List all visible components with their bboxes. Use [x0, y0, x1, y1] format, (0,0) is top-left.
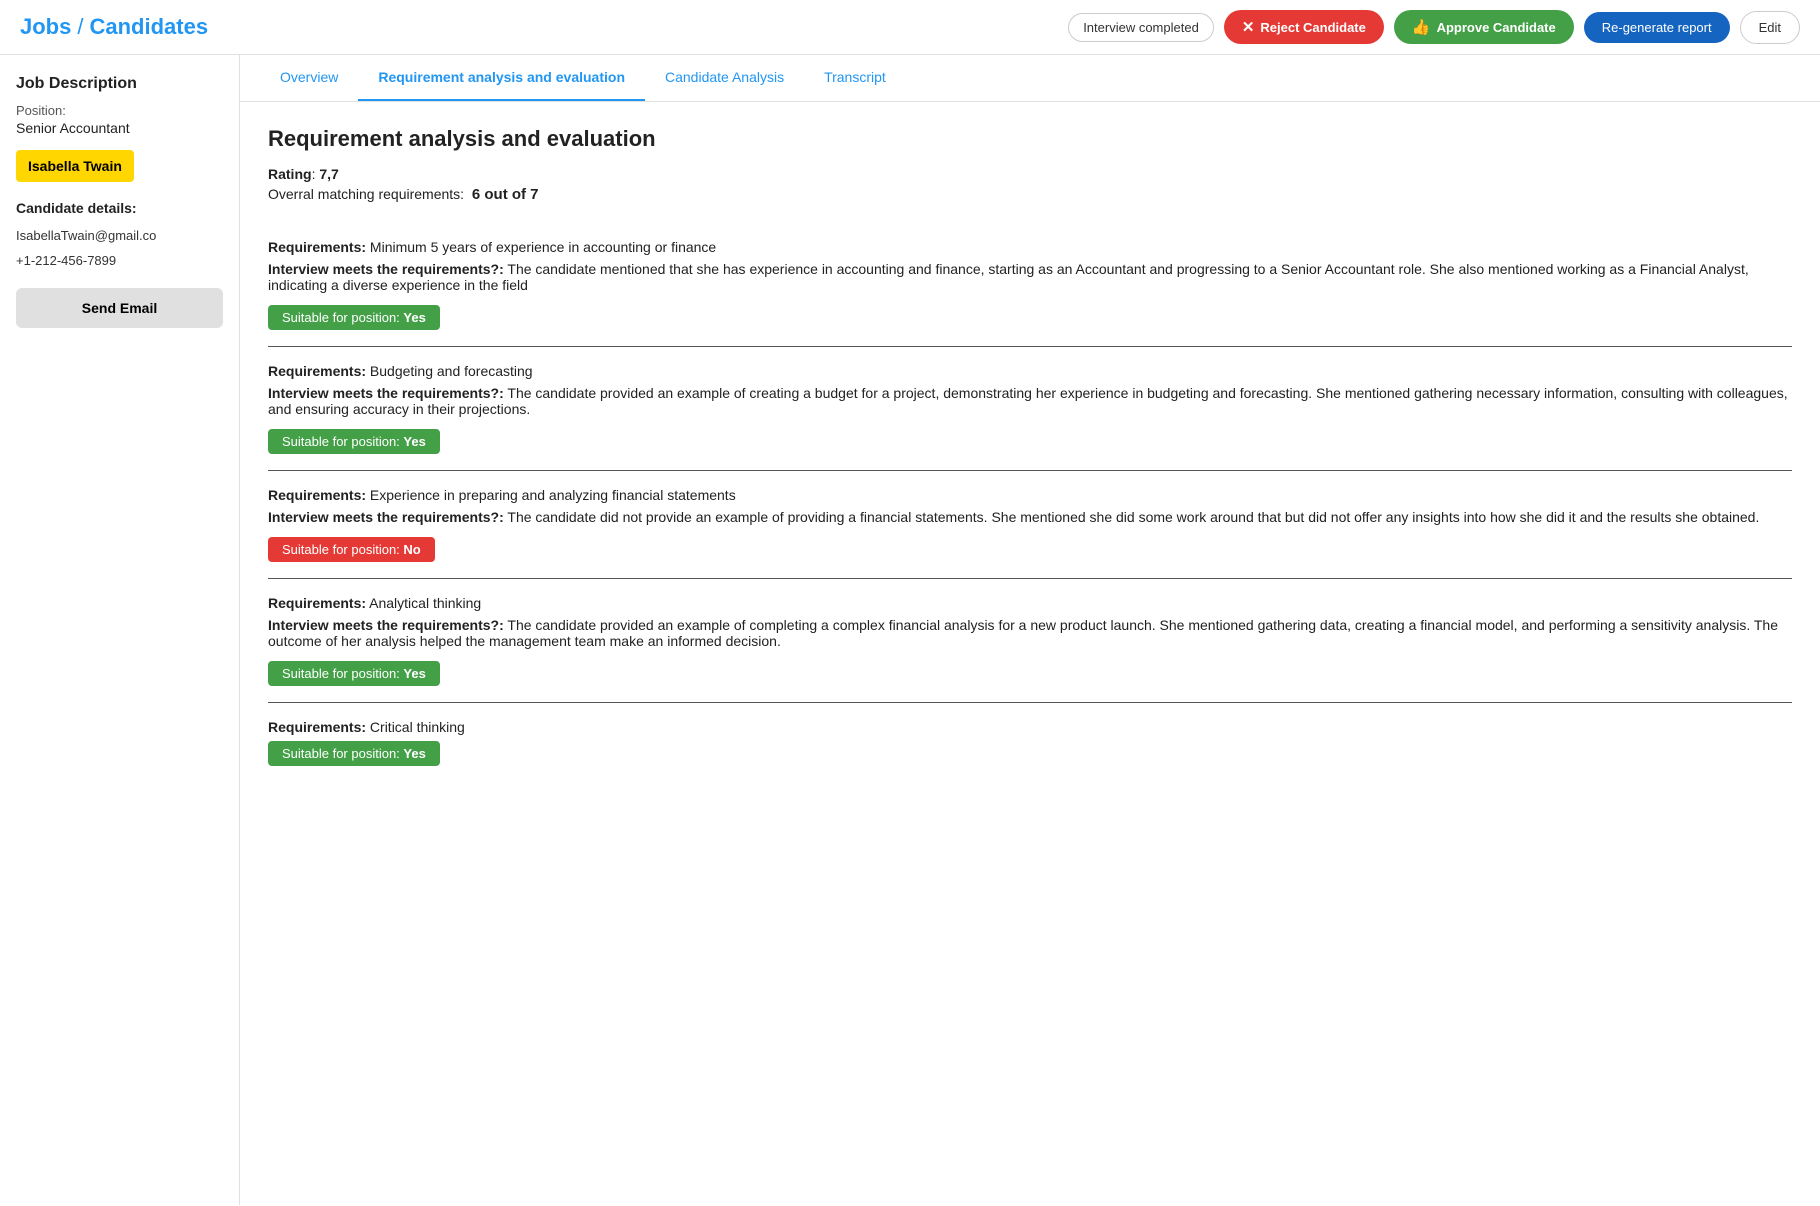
meets-label: Interview meets the requirements?: [268, 385, 504, 401]
matching-value: 6 out of 7 [472, 186, 539, 203]
breadcrumb-slash: / [77, 14, 83, 40]
header-actions: Interview completed ✕ Reject Candidate 👍… [1068, 10, 1800, 44]
rating-label: Rating [268, 166, 312, 182]
requirement-text: Requirements: Experience in preparing an… [268, 487, 1792, 503]
approve-candidate-button[interactable]: 👍 Approve Candidate [1394, 10, 1574, 44]
meets-label: Interview meets the requirements?: [268, 617, 504, 633]
requirement-text: Requirements: Critical thinking [268, 719, 1792, 735]
content-area: Requirement analysis and evaluation Rati… [240, 102, 1820, 806]
requirement-text: Requirements: Analytical thinking [268, 595, 1792, 611]
reject-candidate-button[interactable]: ✕ Reject Candidate [1224, 10, 1384, 44]
send-email-button[interactable]: Send Email [16, 288, 223, 328]
suitable-label: Suitable for position: [282, 434, 400, 449]
suitable-badge: Suitable for position: Yes [268, 429, 440, 454]
rating-line: Rating: 7,7 [268, 166, 1792, 182]
suitable-label: Suitable for position: [282, 746, 400, 761]
rating-value: 7,7 [319, 166, 338, 182]
main-content: Overview Requirement analysis and evalua… [240, 55, 1820, 1205]
approve-icon: 👍 [1412, 18, 1431, 36]
meets-requirements-text: Interview meets the requirements?: The c… [268, 509, 1792, 525]
suitable-label: Suitable for position: [282, 666, 400, 681]
suitable-value: Yes [403, 310, 425, 325]
reject-icon: ✕ [1242, 18, 1255, 36]
suitable-label: Suitable for position: [282, 310, 400, 325]
meets-label: Interview meets the requirements?: [268, 509, 504, 525]
position-label: Position: [16, 103, 223, 118]
candidates-link[interactable]: Candidates [89, 14, 208, 40]
suitable-value: No [403, 542, 420, 557]
jobs-link[interactable]: Jobs [20, 14, 71, 40]
suitable-value: Yes [403, 434, 425, 449]
suitable-value: Yes [403, 666, 425, 681]
requirements-list: Requirements: Minimum 5 years of experie… [268, 223, 1792, 782]
candidate-details-title: Candidate details: [16, 200, 223, 216]
matching-line: Overral matching requirements: 6 out of … [268, 186, 1792, 203]
edit-button[interactable]: Edit [1740, 11, 1800, 44]
candidate-email: IsabellaTwain@gmail.co [16, 228, 223, 243]
suitable-badge: Suitable for position: Yes [268, 741, 440, 766]
suitable-value: Yes [403, 746, 425, 761]
suitable-badge: Suitable for position: No [268, 537, 435, 562]
requirement-block: Requirements: Critical thinking Suitable … [268, 703, 1792, 782]
position-value: Senior Accountant [16, 120, 223, 136]
meets-label: Interview meets the requirements?: [268, 261, 504, 277]
req-label: Requirements: [268, 363, 366, 379]
breadcrumb: Jobs / Candidates [20, 14, 208, 40]
req-label: Requirements: [268, 487, 366, 503]
tab-candidate-analysis[interactable]: Candidate Analysis [645, 55, 804, 101]
candidate-name-badge: Isabella Twain [16, 150, 134, 182]
req-label: Requirements: [268, 719, 366, 735]
tab-bar: Overview Requirement analysis and evalua… [240, 55, 1820, 102]
tab-transcript[interactable]: Transcript [804, 55, 906, 101]
requirement-block: Requirements: Experience in preparing an… [268, 471, 1792, 579]
approve-label: Approve Candidate [1437, 20, 1556, 35]
meets-requirements-text: Interview meets the requirements?: The c… [268, 617, 1792, 649]
meets-requirements-text: Interview meets the requirements?: The c… [268, 385, 1792, 417]
job-description-title: Job Description [16, 75, 223, 93]
suitable-badge: Suitable for position: Yes [268, 661, 440, 686]
main-layout: Job Description Position: Senior Account… [0, 55, 1820, 1205]
interview-status-badge: Interview completed [1068, 13, 1214, 42]
requirement-block: Requirements: Minimum 5 years of experie… [268, 223, 1792, 347]
requirement-text: Requirements: Minimum 5 years of experie… [268, 239, 1792, 255]
requirement-block: Requirements: Analytical thinking Intervi… [268, 579, 1792, 703]
suitable-label: Suitable for position: [282, 542, 400, 557]
reject-label: Reject Candidate [1260, 20, 1365, 35]
section-title: Requirement analysis and evaluation [268, 126, 1792, 152]
suitable-badge: Suitable for position: Yes [268, 305, 440, 330]
header: Jobs / Candidates Interview completed ✕ … [0, 0, 1820, 55]
meets-requirements-text: Interview meets the requirements?: The c… [268, 261, 1792, 293]
sidebar: Job Description Position: Senior Account… [0, 55, 240, 1205]
tab-requirement-analysis[interactable]: Requirement analysis and evaluation [358, 55, 645, 101]
tab-overview[interactable]: Overview [260, 55, 358, 101]
requirement-text: Requirements: Budgeting and forecasting [268, 363, 1792, 379]
matching-label: Overral matching requirements: [268, 186, 464, 202]
requirement-block: Requirements: Budgeting and forecasting I… [268, 347, 1792, 471]
req-label: Requirements: [268, 239, 366, 255]
regenerate-report-button[interactable]: Re-generate report [1584, 12, 1730, 43]
candidate-phone: +1-212-456-7899 [16, 253, 223, 268]
req-label: Requirements: [268, 595, 366, 611]
